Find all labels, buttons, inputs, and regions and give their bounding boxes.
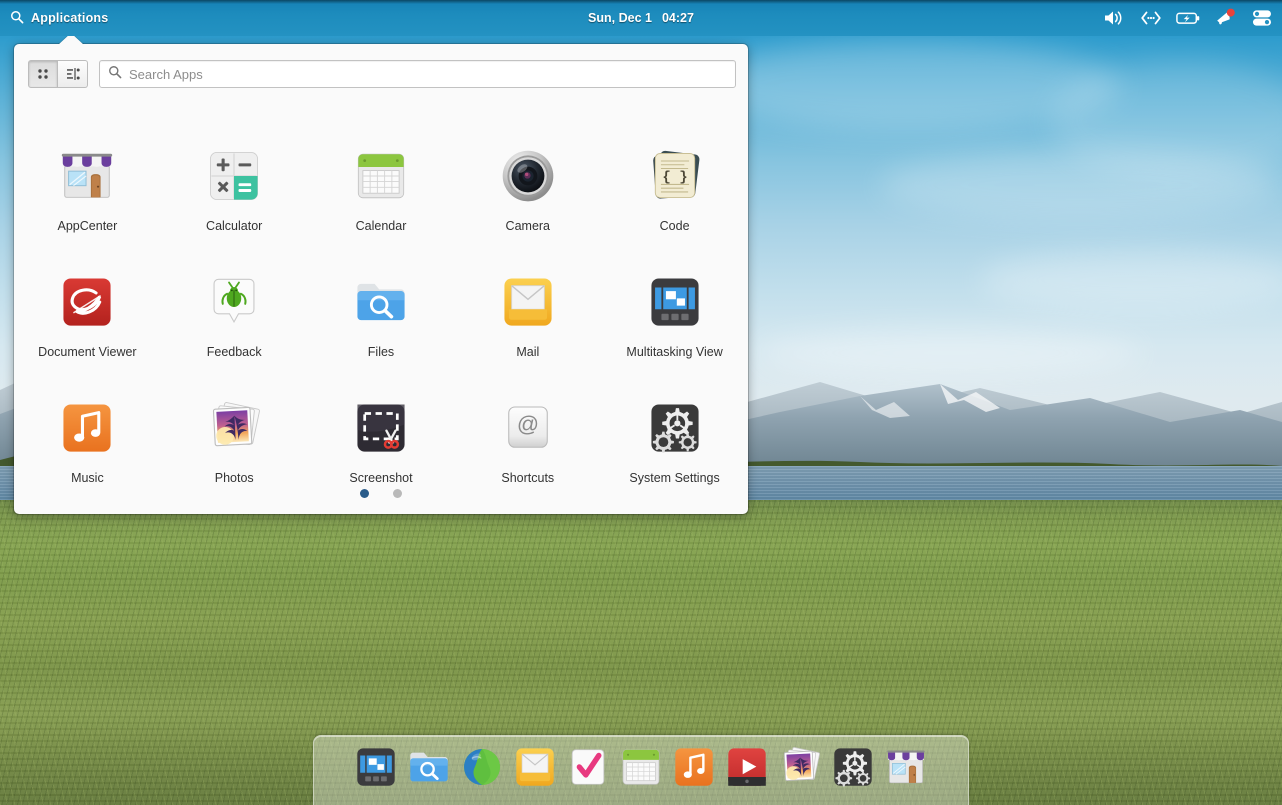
files-icon [349, 270, 413, 334]
dock-item-videos[interactable] [723, 743, 771, 791]
dock-item-mail[interactable] [511, 743, 559, 791]
calculator-icon [202, 144, 266, 208]
app-label: Shortcuts [501, 471, 555, 485]
videos-icon [728, 747, 766, 786]
dock-item-multitasking-view[interactable] [352, 743, 400, 791]
cloud [980, 250, 1282, 310]
svg-text:{ }: { } [662, 170, 687, 186]
category-view-button[interactable] [58, 60, 88, 88]
music-icon [55, 396, 119, 460]
camera-icon [496, 144, 560, 208]
app-item-calculator[interactable]: Calculator [161, 136, 308, 262]
session-icon[interactable] [1250, 6, 1274, 30]
panel-indicators [1102, 0, 1274, 36]
applications-menu-label: Applications [31, 11, 109, 25]
web-browser-icon [464, 748, 500, 785]
dock-item-music[interactable] [670, 743, 718, 791]
system-settings-icon [643, 396, 707, 460]
shortcuts-icon: @ [496, 396, 560, 460]
clock-time: 04:27 [661, 11, 694, 25]
appcenter-icon [887, 749, 925, 783]
applications-menu-button[interactable]: Applications [0, 0, 120, 36]
panel-clock[interactable]: Sun, Dec 1 04:27 [0, 0, 1282, 36]
app-item-document-viewer[interactable]: Document Viewer [14, 262, 161, 388]
appcenter-icon [55, 144, 119, 208]
dock-item-system-settings[interactable] [829, 743, 877, 791]
app-label: Code [659, 219, 690, 233]
applications-launcher-popover: Search Apps AppCenter Calculator Calenda… [14, 33, 748, 514]
feedback-icon [202, 270, 266, 334]
dock-item-tasks[interactable] [564, 743, 612, 791]
app-label: Camera [505, 219, 551, 233]
app-label: Mail [516, 345, 540, 359]
app-item-code[interactable]: { } Code [601, 136, 748, 262]
svg-text:@: @ [517, 412, 539, 437]
top-panel: Applications Sun, Dec 1 04:27 [0, 0, 1282, 36]
photos-icon [783, 746, 820, 781]
tasks-icon [571, 748, 605, 785]
search-input[interactable]: Search Apps [99, 60, 736, 88]
calendar-icon [349, 144, 413, 208]
search-placeholder: Search Apps [129, 66, 203, 82]
app-label: Photos [214, 471, 254, 485]
mail-icon [516, 747, 554, 786]
volume-icon[interactable] [1102, 6, 1126, 30]
app-item-camera[interactable]: Camera [454, 136, 601, 262]
app-label: Music [71, 471, 104, 485]
network-icon[interactable] [1139, 6, 1163, 30]
app-item-mail[interactable]: Mail [454, 262, 601, 388]
search-icon [10, 10, 24, 27]
code-icon: { } [643, 144, 707, 208]
grid-view-button[interactable] [28, 60, 58, 88]
app-label: AppCenter [57, 219, 118, 233]
app-label: Screenshot [349, 471, 413, 485]
app-item-calendar[interactable]: Calendar [308, 136, 455, 262]
dock-item-calendar[interactable] [617, 743, 665, 791]
dock-item-appcenter[interactable] [882, 743, 930, 791]
app-item-feedback[interactable]: Feedback [161, 262, 308, 388]
notifications-icon[interactable] [1213, 6, 1237, 30]
multitasking-view-icon [643, 270, 707, 334]
view-mode-toggle [28, 60, 88, 88]
app-item-multitasking-view[interactable]: Multitasking View [601, 262, 748, 388]
launcher-header: Search Apps [14, 44, 748, 88]
search-icon [108, 65, 122, 84]
mail-icon [496, 270, 560, 334]
app-label: Multitasking View [626, 345, 723, 359]
app-item-files[interactable]: Files [308, 262, 455, 388]
music-icon [675, 747, 713, 786]
app-label: Calculator [206, 219, 263, 233]
app-label: Calendar [355, 219, 407, 233]
battery-charging-icon[interactable] [1176, 6, 1200, 30]
system-settings-icon [834, 747, 872, 787]
dock-item-files[interactable] [405, 743, 453, 791]
dock-item-web[interactable] [458, 743, 506, 791]
screenshot-icon [349, 396, 413, 460]
app-label: Files [367, 345, 395, 359]
app-label: Document Viewer [38, 345, 137, 359]
app-label: System Settings [629, 471, 720, 485]
application-grid: AppCenter Calculator Calendar Camera {}… [14, 136, 748, 514]
calendar-icon [622, 748, 660, 785]
multitasking-view-icon [357, 747, 395, 786]
dock [313, 735, 969, 805]
clock-date: Sun, Dec 1 [588, 11, 652, 25]
page-dot-1[interactable] [360, 489, 369, 498]
app-item-appcenter[interactable]: AppCenter [14, 136, 161, 262]
app-label: Feedback [206, 345, 262, 359]
document-viewer-icon [55, 270, 119, 334]
files-icon [410, 752, 448, 781]
page-indicator [14, 489, 748, 498]
page-dot-2[interactable] [393, 489, 402, 498]
dock-item-photos[interactable] [776, 743, 824, 791]
photos-icon [202, 396, 266, 460]
